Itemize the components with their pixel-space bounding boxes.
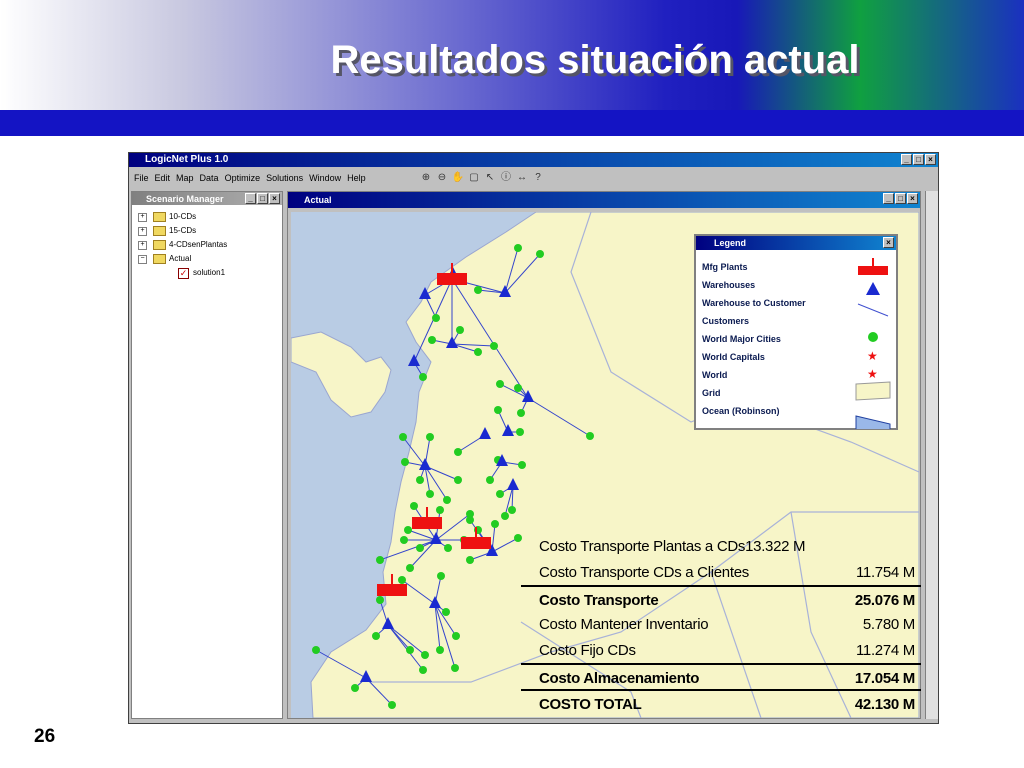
legend-item-grid: Grid: [702, 388, 721, 398]
legend-item-customers: Customers: [702, 316, 750, 326]
open-folder-icon: [153, 254, 166, 264]
menu-window[interactable]: Window: [309, 173, 341, 183]
menu-file[interactable]: File: [134, 173, 149, 183]
expand-icon[interactable]: +: [138, 212, 147, 222]
scenario-tree: +10-CDs +15-CDs +4-CDsenPlantas − Actual …: [138, 210, 227, 280]
scenario-manager-titlebar: Scenario Manager _ □ ×: [132, 192, 282, 205]
minimize-icon[interactable]: _: [245, 193, 256, 204]
expand-icon[interactable]: +: [138, 240, 147, 250]
slide-header-bar: [0, 110, 1024, 136]
tree-item-15cds[interactable]: +15-CDs: [138, 224, 227, 238]
maximize-icon[interactable]: □: [257, 193, 268, 204]
minimize-icon[interactable]: _: [883, 193, 894, 204]
maximize-icon[interactable]: □: [895, 193, 906, 204]
help-pointer-icon[interactable]: ?: [531, 171, 545, 185]
customer-symbol-icon: [868, 332, 878, 342]
slide-title: Resultados situación actual: [330, 38, 860, 82]
folder-icon: [153, 212, 166, 222]
slide-number: 26: [34, 726, 56, 747]
minimize-icon[interactable]: _: [901, 154, 912, 165]
cost-row: Costo Transporte Plantas a CDs 13.322 M: [539, 538, 806, 555]
legend-item-capitals: World Capitals: [702, 352, 765, 362]
legend-titlebar: Legend ×: [696, 236, 896, 250]
menu-map[interactable]: Map: [176, 173, 194, 183]
vertical-scrollbar[interactable]: [925, 191, 938, 719]
tree-item-10cds[interactable]: +10-CDs: [138, 210, 227, 224]
expand-icon[interactable]: +: [138, 226, 147, 236]
menu-data[interactable]: Data: [200, 173, 219, 183]
legend-symbols: ★ ★: [855, 258, 891, 429]
menu-edit[interactable]: Edit: [155, 173, 171, 183]
route-symbol-icon: [857, 303, 889, 317]
app-title: LogicNet Plus 1.0: [145, 154, 229, 165]
collapse-icon[interactable]: −: [138, 254, 147, 264]
legend-item-plants: Mfg Plants: [702, 262, 748, 272]
world-symbol-icon: [855, 381, 891, 401]
legend-item-major-cities: World Major Cities: [702, 334, 781, 344]
zoom-in-icon[interactable]: ⊕: [419, 171, 433, 185]
cost-subtotal-row: Costo Almacenamiento 17.054 M: [521, 663, 921, 689]
folder-icon: [153, 226, 166, 236]
scenario-manager-title: Scenario Manager: [146, 194, 224, 204]
warehouse-symbol-icon: [866, 282, 880, 295]
cost-summary-table: Costo Transporte Plantas a CDs 13.322 M C…: [521, 533, 921, 715]
cost-row: Costo Fijo CDs 11.274 M: [539, 642, 915, 659]
legend-window[interactable]: Legend × Mfg Plants Warehouses Warehouse…: [694, 234, 898, 430]
info-icon[interactable]: ⓘ: [499, 171, 513, 185]
toolbar: ⊕ ⊖ ✋ ▢ ↖ ⓘ ↔ ?: [419, 171, 545, 185]
star-icon: ★: [867, 367, 878, 381]
cost-row: Costo Transporte CDs a Clientes 11.754 M: [539, 564, 915, 581]
scenario-manager-panel: Scenario Manager _ □ × +10-CDs +15-CDs +…: [131, 191, 283, 719]
legend-item-world: World: [702, 370, 728, 380]
maximize-icon[interactable]: □: [913, 154, 924, 165]
map-window-titlebar: Actual _ □ ×: [288, 192, 920, 208]
close-icon[interactable]: ×: [269, 193, 280, 204]
cost-subtotal-row: Costo Transporte 25.076 M: [521, 585, 921, 611]
zoom-out-icon[interactable]: ⊖: [435, 171, 449, 185]
tree-item-4cdsenplantas[interactable]: +4-CDsenPlantas: [138, 238, 227, 252]
checkbox-icon: ✓: [178, 267, 189, 279]
menu-help[interactable]: Help: [347, 173, 366, 183]
close-icon[interactable]: ×: [907, 193, 918, 204]
close-icon[interactable]: ×: [925, 154, 936, 165]
close-icon[interactable]: ×: [883, 237, 894, 248]
ocean-symbol-icon: [855, 415, 891, 429]
legend-title: Legend: [714, 238, 747, 248]
legend-item-warehouses: Warehouses: [702, 280, 756, 290]
folder-icon: [153, 240, 166, 250]
hand-icon[interactable]: ✋: [451, 171, 465, 185]
menu-bar: File Edit Map Data Optimize Solutions Wi…: [131, 169, 369, 187]
cost-row: Costo Mantener Inventario 5.780 M: [539, 616, 915, 633]
plant-symbol-icon: [858, 258, 888, 275]
land-panama: [291, 331, 392, 418]
map-window-title: Actual: [304, 195, 332, 205]
legend-item-ocean: Ocean (Robinson): [702, 406, 780, 416]
legend-item-wh-customer: Warehouse to Customer: [702, 298, 806, 308]
star-icon: ★: [867, 349, 878, 363]
select-icon[interactable]: ▢: [467, 171, 481, 185]
distance-icon[interactable]: ↔: [515, 171, 529, 185]
pointer-icon[interactable]: ↖: [483, 171, 497, 185]
cost-total-row: COSTO TOTAL 42.130 M: [521, 689, 921, 715]
tree-item-actual[interactable]: − Actual: [138, 252, 227, 266]
app-titlebar: LogicNet Plus 1.0 _ □ ×: [129, 153, 938, 167]
tree-item-solution1[interactable]: ✓ solution1: [138, 266, 227, 280]
menu-optimize[interactable]: Optimize: [225, 173, 261, 183]
menu-solutions[interactable]: Solutions: [266, 173, 303, 183]
